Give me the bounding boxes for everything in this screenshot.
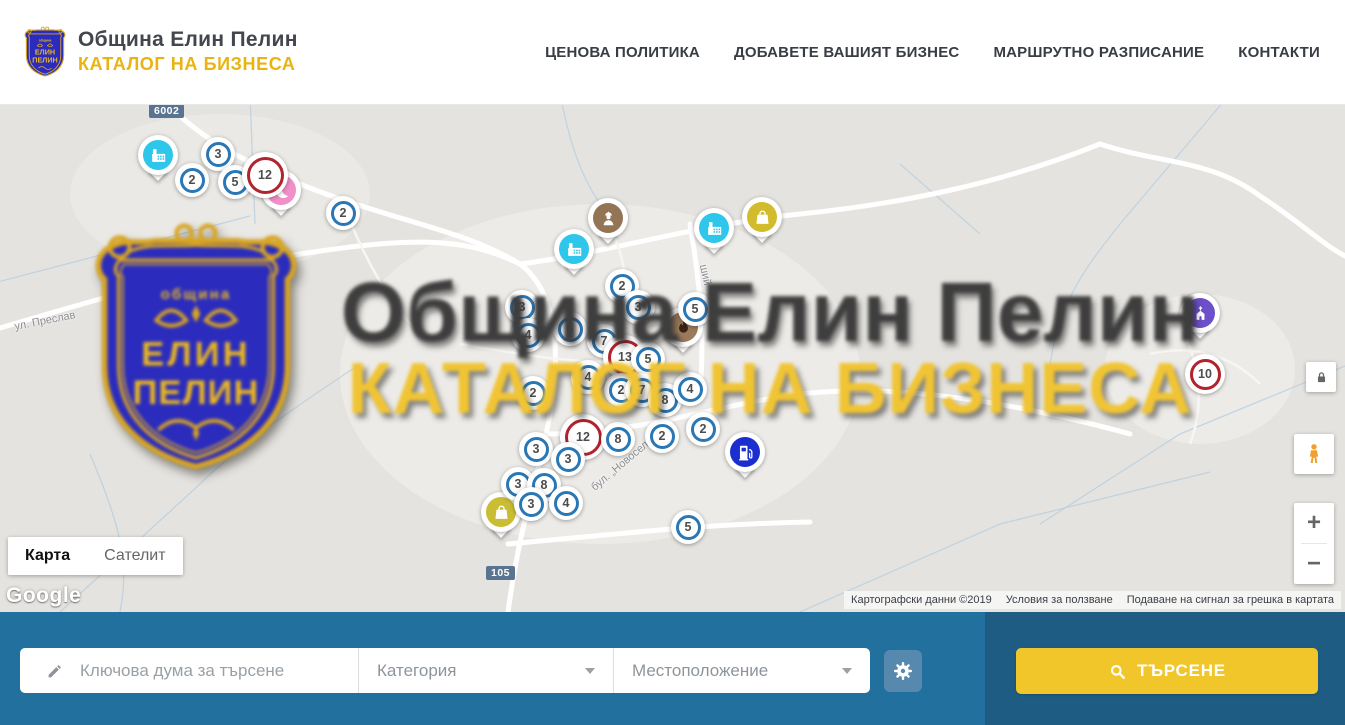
map-pin-fuel[interactable] (725, 432, 765, 484)
cluster-count: 12 (576, 430, 590, 444)
watermark-title: Община Елин Пелин (330, 264, 1210, 361)
location-dropdown-label: Местоположение (632, 661, 768, 681)
road-number-badge: 105 (486, 566, 515, 580)
street-view-pegman-button[interactable] (1294, 434, 1334, 474)
gear-icon (892, 660, 914, 682)
category-dropdown-label: Категория (377, 661, 456, 681)
cluster-count: 12 (258, 168, 272, 182)
nav-item-route-schedule[interactable]: МАРШРУТНО РАЗПИСАНИЕ (993, 44, 1204, 61)
lock-icon (1313, 369, 1330, 386)
pencil-icon (46, 662, 64, 680)
shopping-bag-icon (747, 202, 777, 232)
map-lock-button[interactable] (1306, 362, 1336, 392)
cluster-marker[interactable]: 4 (549, 486, 583, 520)
zoom-out-button[interactable]: − (1294, 544, 1334, 584)
zoom-in-button[interactable]: + (1294, 503, 1334, 543)
map-pin-factory[interactable] (138, 135, 178, 187)
advanced-settings-button[interactable] (884, 650, 922, 692)
map-type-satellite-button[interactable]: Сателит (87, 537, 182, 575)
category-dropdown[interactable]: Категория (359, 648, 613, 693)
attribution-terms-link[interactable]: Условия за ползване (999, 591, 1120, 609)
keyword-field-wrap (20, 648, 358, 693)
attribution-copyright: Картографски данни ©2019 (844, 591, 999, 609)
keyword-search-input[interactable] (78, 660, 358, 682)
cluster-count: 3 (515, 477, 522, 491)
cluster-marker[interactable]: 3 (551, 442, 585, 476)
road-number-badge: 6002 (149, 104, 184, 118)
crest-line1-text: ЕЛИН (35, 48, 55, 57)
map-pin-shopping-bag[interactable] (742, 197, 782, 249)
factory-icon (143, 140, 173, 170)
shopping-bag-icon (486, 497, 516, 527)
cluster-marker[interactable]: 5 (671, 510, 705, 544)
watermark-crest: община ЕЛИН ПЕЛИН (83, 215, 309, 473)
fuel-icon (730, 437, 760, 467)
cluster-count: 5 (232, 175, 239, 189)
crest-line2-text: ПЕЛИН (133, 374, 260, 412)
google-logo[interactable]: Google (6, 584, 81, 608)
nav-item-contacts[interactable]: КОНТАКТИ (1238, 44, 1320, 61)
cluster-count: 2 (189, 173, 196, 187)
cluster-marker[interactable]: 3 (514, 487, 548, 521)
map-pin-factory[interactable] (694, 208, 734, 260)
watermark-subtitle: КАТАЛОГ НА БИЗНЕСА (335, 348, 1205, 430)
cluster-count: 4 (563, 496, 570, 510)
site-subtitle: КАТАЛОГ НА БИЗНЕСА (78, 54, 298, 75)
cluster-count: 3 (528, 497, 535, 511)
zoom-control: + − (1294, 503, 1334, 584)
search-icon (1108, 662, 1127, 681)
nav-item-add-business[interactable]: ДОБАВЕТЕ ВАШИЯТ БИЗНЕС (734, 44, 959, 61)
attribution-report-link[interactable]: Подаване на сигнал за грешка в картата (1120, 591, 1341, 609)
cluster-count: 3 (565, 452, 572, 466)
cluster-count: 3 (215, 147, 222, 161)
search-button[interactable]: ТЪРСЕНЕ (1016, 648, 1318, 694)
map-canvas[interactable]: 2351222353467135427842128223338345106002… (0, 104, 1345, 612)
cluster-count: 3 (533, 442, 540, 456)
cluster-marker[interactable]: 3 (519, 432, 553, 466)
cluster-count: 2 (340, 206, 347, 220)
crest-line2-text: ПЕЛИН (32, 55, 57, 64)
nav-item-pricing[interactable]: ЦЕНОВА ПОЛИТИКА (545, 44, 700, 61)
cluster-count: 8 (615, 432, 622, 446)
cluster-count: 2 (659, 429, 666, 443)
header: община ЕЛИН ПЕЛИН Община Елин Пелин КАТА… (0, 0, 1345, 105)
location-dropdown[interactable]: Местоположение (614, 648, 870, 693)
crest-top-text: община (39, 38, 52, 42)
cluster-marker[interactable]: 2 (326, 196, 360, 230)
search-bar: Категория Местоположение (0, 612, 1345, 725)
chevron-down-icon (585, 668, 595, 674)
pegman-icon (1302, 442, 1326, 466)
cluster-marker[interactable]: 2 (175, 163, 209, 197)
search-button-label: ТЪРСЕНЕ (1137, 661, 1226, 681)
factory-icon (559, 234, 589, 264)
map-pin-worker[interactable] (588, 198, 628, 250)
crest-top-text: община (161, 286, 232, 303)
municipality-crest-icon: община ЕЛИН ПЕЛИН (22, 24, 68, 78)
site-logo[interactable]: община ЕЛИН ПЕЛИН Община Елин Пелин КАТА… (22, 24, 298, 78)
search-fields-group: Категория Местоположение (20, 648, 870, 693)
site-title: Община Елин Пелин (78, 28, 298, 52)
map-type-control: Карта Сателит (8, 537, 183, 575)
cluster-marker[interactable]: 12 (242, 152, 288, 198)
map-attribution: Картографски данни ©2019 Условия за полз… (844, 591, 1341, 609)
chevron-down-icon (842, 668, 852, 674)
map-type-map-button[interactable]: Карта (8, 537, 87, 575)
factory-icon (699, 213, 729, 243)
cluster-count: 5 (685, 520, 692, 534)
main-nav: ЦЕНОВА ПОЛИТИКА ДОБАВЕТЕ ВАШИЯТ БИЗНЕС М… (545, 0, 1320, 104)
worker-icon (593, 203, 623, 233)
crest-line1-text: ЕЛИН (141, 336, 251, 374)
